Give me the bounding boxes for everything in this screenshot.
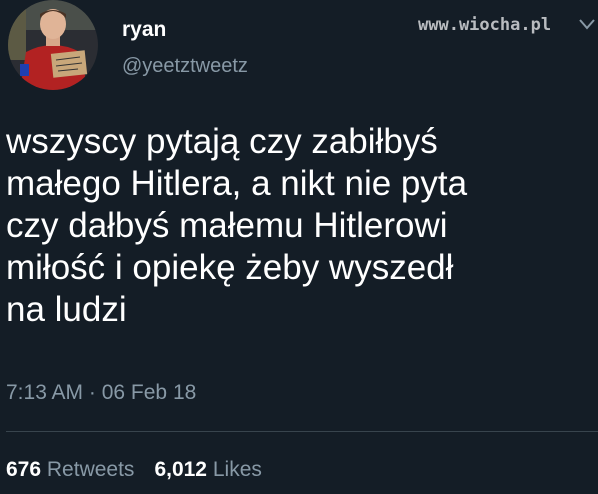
- tweet-date: 06 Feb 18: [101, 381, 197, 404]
- tweet-timestamp[interactable]: 7:13 AM · 06 Feb 18: [6, 382, 196, 403]
- divider: [6, 431, 598, 432]
- chevron-down-icon[interactable]: [578, 17, 596, 31]
- display-name[interactable]: ryan: [122, 19, 166, 40]
- avatar[interactable]: [8, 0, 98, 90]
- retweets-count: 676: [6, 458, 42, 481]
- tweet-line: wszyscy pytają czy zabiłbyś: [6, 122, 438, 161]
- tweet-line: miłość i opiekę żeby wyszedł: [6, 248, 454, 287]
- retweets-link[interactable]: 676 Retweets: [6, 458, 134, 481]
- retweets-label: Retweets: [46, 458, 135, 481]
- user-handle[interactable]: @yeetztweetz: [122, 56, 248, 76]
- likes-count: 6,012: [154, 458, 207, 481]
- watermark: www.wiocha.pl: [418, 15, 552, 35]
- tweet-stats: 676 Retweets 6,012 Likes: [6, 459, 262, 480]
- timestamp-separator: ·: [83, 381, 102, 404]
- tweet-line: czy dałbyś małemu Hitlerowi: [6, 206, 448, 245]
- likes-link[interactable]: 6,012 Likes: [154, 458, 261, 481]
- likes-label: Likes: [212, 458, 262, 481]
- tweet-text: wszyscy pytają czy zabiłbyś małego Hitle…: [6, 121, 581, 331]
- tweet-time: 7:13 AM: [6, 381, 84, 404]
- tweet-line: małego Hitlera, a nikt nie pyta: [6, 164, 468, 203]
- tweet-line: na ludzi: [6, 290, 127, 329]
- avatar-photo: [8, 0, 98, 90]
